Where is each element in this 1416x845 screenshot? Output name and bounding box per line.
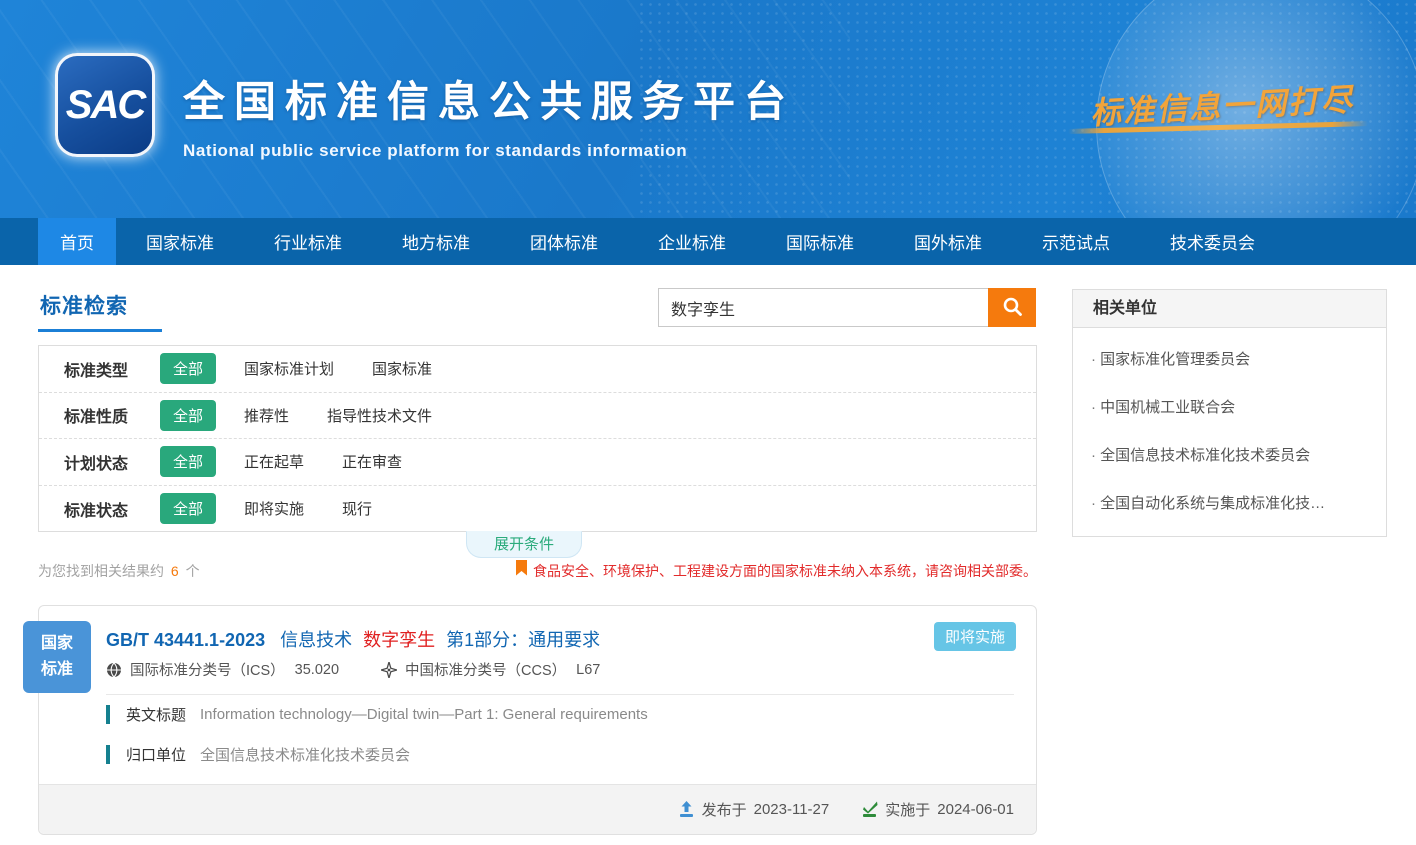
filter-all-button[interactable]: 全部	[160, 493, 216, 524]
category-badge-text: 国家标准	[37, 631, 77, 682]
page-title-underline	[38, 329, 162, 332]
expand-conditions-button[interactable]: 展开条件	[466, 531, 582, 558]
system-notice: 食品安全、环境保护、工程建设方面的国家标准未纳入本系统，请咨询相关部委。	[516, 560, 1037, 581]
standard-result-card: 国家标准 GB/T 43441.1-2023 信息技术 数字孪生 第1部分：通用…	[38, 605, 1037, 835]
filter-option[interactable]: 现行	[342, 498, 372, 519]
page-title: 标准检索	[40, 290, 128, 320]
sidebar-item-machinery-federation[interactable]: 中国机械工业联合会	[1073, 384, 1386, 432]
nav-tab-home[interactable]: 首页	[38, 218, 116, 265]
bookmark-icon	[516, 560, 527, 581]
filter-label: 标准状态	[64, 497, 160, 521]
filter-all-button[interactable]: 全部	[160, 400, 216, 431]
sac-logo[interactable]: SAC	[55, 53, 155, 157]
filter-option[interactable]: 即将实施	[244, 498, 304, 519]
nav-tab-foreign-standards[interactable]: 国外标准	[884, 218, 1012, 265]
nav-tab-national-standards[interactable]: 国家标准	[116, 218, 244, 265]
classification-row: 国际标准分类号（ICS） 35.020 中国标准分类号（CCS） L67	[106, 659, 600, 680]
published-date: 2023-11-27	[754, 801, 830, 818]
standard-title-link[interactable]: GB/T 43441.1-2023 信息技术 数字孪生 第1部分：通用要求	[106, 626, 600, 652]
nav-tab-international-standards[interactable]: 国际标准	[756, 218, 884, 265]
site-title: 全国标准信息公共服务平台	[183, 68, 795, 129]
filter-option[interactable]: 正在审查	[342, 451, 402, 472]
ics-label: 国际标准分类号（ICS）	[130, 659, 285, 680]
sidebar-item-sac[interactable]: 国家标准化管理委员会	[1073, 336, 1386, 384]
published-date-group: 发布于 2023-11-27	[678, 799, 830, 820]
filter-option[interactable]: 国家标准	[372, 358, 432, 379]
site-header: SAC 全国标准信息公共服务平台 National public service…	[0, 0, 1416, 218]
filter-all-button[interactable]: 全部	[160, 446, 216, 477]
nav-tab-local-standards[interactable]: 地方标准	[372, 218, 500, 265]
results-summary: 为您找到相关结果约 6 个	[38, 561, 200, 581]
nav-tab-pilot-programs[interactable]: 示范试点	[1012, 218, 1140, 265]
detail-row-english-title: 英文标题 Information technology—Digital twin…	[106, 704, 648, 725]
related-units-panel: 相关单位 国家标准化管理委员会 中国机械工业联合会 全国信息技术标准化技术委员会…	[1072, 289, 1387, 537]
implemented-date-group: 实施于 2024-06-01	[861, 799, 1014, 820]
notice-text: 食品安全、环境保护、工程建设方面的国家标准未纳入本系统，请咨询相关部委。	[533, 561, 1037, 581]
published-label: 发布于	[702, 799, 747, 820]
results-summary-suffix: 个	[186, 563, 200, 579]
filter-all-button[interactable]: 全部	[160, 353, 216, 384]
nav-tab-group-standards[interactable]: 团体标准	[500, 218, 628, 265]
detail-label: 归口单位	[126, 744, 186, 765]
card-divider	[106, 694, 1014, 695]
main-navigation: 首页 国家标准 行业标准 地方标准 团体标准 企业标准 国际标准 国外标准 示范…	[0, 218, 1416, 265]
filter-label: 计划状态	[64, 450, 160, 474]
ccs-value: L67	[576, 662, 600, 678]
standard-title-highlight: 数字孪生	[363, 630, 435, 650]
standard-code: GB/T 43441.1-2023	[106, 630, 265, 650]
detail-accent-bar	[106, 745, 110, 764]
page: SAC 全国标准信息公共服务平台 National public service…	[0, 0, 1416, 845]
compass-icon	[381, 662, 397, 678]
filter-option[interactable]: 推荐性	[244, 405, 289, 426]
detail-value: 全国信息技术标准化技术委员会	[200, 744, 410, 765]
filter-row-standard-nature: 标准性质 全部 推荐性 指导性技术文件	[39, 393, 1036, 440]
filter-option[interactable]: 指导性技术文件	[327, 405, 432, 426]
related-units-title: 相关单位	[1073, 290, 1386, 328]
results-count: 6	[171, 563, 179, 579]
detail-label: 英文标题	[126, 704, 186, 725]
search-bar	[658, 288, 1036, 327]
site-subtitle: National public service platform for sta…	[183, 141, 795, 161]
detail-value: Information technology—Digital twin—Part…	[200, 706, 648, 723]
ccs-label: 中国标准分类号（CCS）	[405, 659, 566, 680]
search-button[interactable]	[988, 288, 1036, 327]
nav-tab-industry-standards[interactable]: 行业标准	[244, 218, 372, 265]
filter-panel: 标准类型 全部 国家标准计划 国家标准 标准性质 全部 推荐性 指导性技术文件 …	[38, 345, 1037, 532]
results-summary-prefix: 为您找到相关结果约	[38, 563, 164, 579]
detail-row-committee: 归口单位 全国信息技术标准化技术委员会	[106, 744, 410, 765]
sidebar-item-automation-systems-committee[interactable]: 全国自动化系统与集成标准化技…	[1073, 480, 1386, 528]
results-info-row: 为您找到相关结果约 6 个 食品安全、环境保护、工程建设方面的国家标准未纳入本系…	[38, 560, 1037, 581]
filter-label: 标准性质	[64, 403, 160, 427]
site-title-block: 全国标准信息公共服务平台 National public service pla…	[183, 68, 795, 161]
implemented-label: 实施于	[885, 799, 930, 820]
nav-tab-enterprise-standards[interactable]: 企业标准	[628, 218, 756, 265]
publish-icon	[678, 801, 695, 818]
implemented-date: 2024-06-01	[937, 801, 1014, 818]
nav-tab-technical-committees[interactable]: 技术委员会	[1140, 218, 1285, 265]
filter-row-plan-status: 计划状态 全部 正在起草 正在审查	[39, 439, 1036, 486]
globe-icon	[106, 662, 122, 678]
standard-title-part2: 第1部分：通用要求	[446, 630, 600, 650]
category-badge[interactable]: 国家标准	[23, 621, 91, 693]
filter-label: 标准类型	[64, 357, 160, 381]
sac-logo-text: SAC	[66, 83, 144, 128]
search-icon	[1002, 296, 1023, 320]
filter-option[interactable]: 国家标准计划	[244, 358, 334, 379]
detail-accent-bar	[106, 705, 110, 724]
card-footer: 发布于 2023-11-27 实施于 2024-06-01	[39, 784, 1036, 834]
search-input[interactable]	[658, 288, 988, 327]
filter-option[interactable]: 正在起草	[244, 451, 304, 472]
sidebar-item-it-standardization-committee[interactable]: 全国信息技术标准化技术委员会	[1073, 432, 1386, 480]
main-content: 标准检索 标准类型 全部 国家标准计划 国家标准 标准性质 全部 推荐性 指	[0, 265, 1416, 845]
filter-row-standard-type: 标准类型 全部 国家标准计划 国家标准	[39, 346, 1036, 393]
sidebar-padding	[1073, 528, 1386, 536]
sidebar-padding	[1073, 328, 1386, 336]
status-badge: 即将实施	[934, 622, 1016, 651]
filter-row-standard-status: 标准状态 全部 即将实施 现行	[39, 486, 1036, 533]
ics-value: 35.020	[295, 662, 339, 678]
implement-icon	[861, 801, 878, 818]
standard-title-part1: 信息技术	[280, 630, 352, 650]
